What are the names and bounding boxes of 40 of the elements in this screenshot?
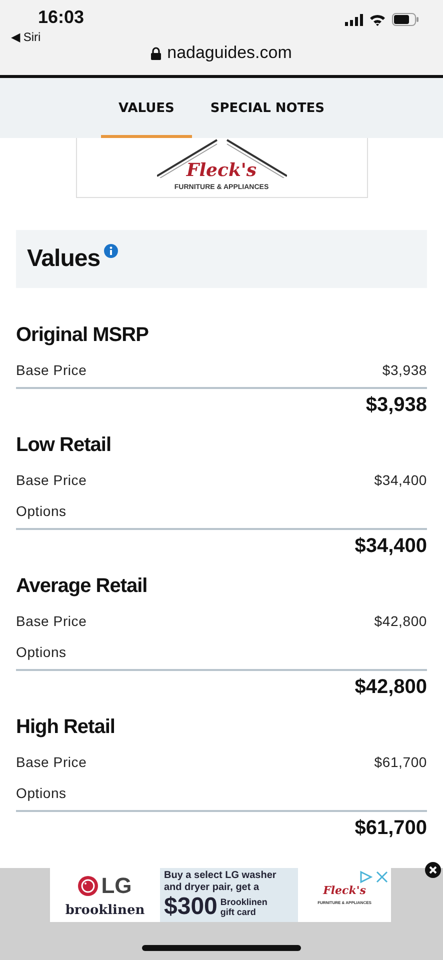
brand-logo-text: Fleck's — [323, 885, 366, 896]
row-value: $34,400 — [374, 472, 427, 488]
total-value: $3,938 — [366, 394, 427, 416]
row-value: $61,700 — [374, 754, 427, 770]
total-value: $34,400 — [354, 535, 427, 557]
brand-logo-text: Fleck's — [186, 162, 257, 180]
value-category-title: Average Retail — [16, 574, 148, 599]
row-label: Options — [16, 784, 66, 800]
ad-amount: $300 — [164, 894, 218, 920]
row-label: Options — [16, 502, 66, 518]
info-icon[interactable] — [104, 244, 118, 258]
row-label: Base Price — [16, 362, 87, 378]
section-title: Values — [27, 245, 100, 273]
ad-text: Buy a select LG washer and dryer pair, get a — [164, 870, 278, 894]
logo-icon — [78, 876, 98, 896]
brand-logo-text: brooklinen — [65, 902, 145, 918]
value-category-title: Low Retail — [16, 433, 112, 458]
close-icon[interactable] — [425, 862, 441, 878]
tab[interactable]: SPECIAL NOTES — [192, 78, 342, 138]
back-to-app-link[interactable]: ◀ Siri — [11, 30, 41, 44]
total-value: $42,800 — [354, 676, 427, 698]
row-label: Base Price — [16, 754, 87, 770]
ad-text: Brooklinen gift card — [220, 897, 268, 917]
row-label: Base Price — [16, 472, 87, 488]
battery-icon — [392, 13, 419, 26]
clock-time: 16:03 — [38, 7, 84, 28]
brand-logo-text: LG — [101, 872, 132, 898]
url-text[interactable]: nadaguides.com — [167, 43, 292, 63]
row-value: $3,938 — [382, 362, 427, 378]
value-category-title: High Retail — [16, 715, 116, 740]
row-label: Options — [16, 644, 66, 660]
wifi-icon — [369, 14, 386, 26]
roof-icon — [156, 138, 286, 178]
row-value: $42,800 — [374, 612, 427, 628]
total-value: $61,700 — [354, 817, 427, 839]
tab[interactable]: VALUES — [100, 78, 192, 138]
lock-icon — [151, 46, 162, 60]
row-label: Base Price — [16, 612, 87, 628]
signal-icon — [345, 14, 363, 26]
value-category-title: Original MSRP — [16, 323, 150, 348]
